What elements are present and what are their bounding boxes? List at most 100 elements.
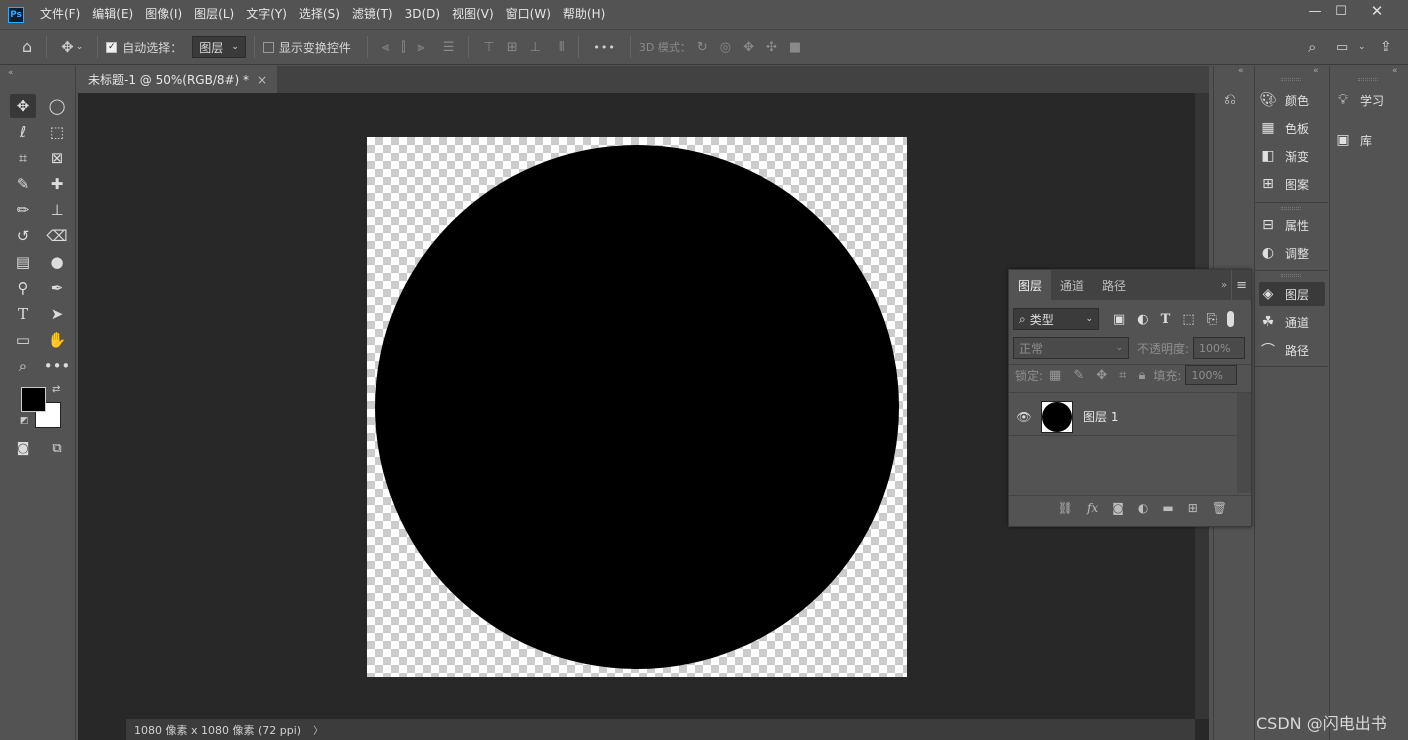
layer-row[interactable]: 👁︎ 图层 1: [1009, 398, 1237, 436]
menu-file[interactable]: 文件(F): [34, 0, 86, 29]
healing-brush-tool-icon[interactable]: ✚: [44, 172, 70, 196]
filter-type-icon[interactable]: T: [1161, 313, 1171, 326]
layer-filter-select[interactable]: ⌕ 类型 ⌄: [1013, 308, 1099, 330]
panel-grip[interactable]: [1281, 207, 1301, 210]
slide-3d-icon[interactable]: ✣: [766, 41, 777, 54]
collapse-panel-icon[interactable]: »: [1221, 270, 1231, 300]
lock-transparent-icon[interactable]: ▦: [1049, 369, 1061, 382]
object-selection-tool-icon[interactable]: ⬚: [44, 120, 70, 144]
quick-mask-icon[interactable]: ◙: [10, 436, 36, 460]
panel-channels[interactable]: ☘ 通道: [1259, 310, 1325, 334]
swap-colors-icon[interactable]: ⇄: [52, 384, 60, 395]
auto-select-target-select[interactable]: 图层 ⌄: [192, 36, 246, 58]
lock-position-icon[interactable]: ✥: [1096, 369, 1107, 382]
workspace-icon[interactable]: ▭: [1336, 41, 1348, 54]
filter-smart-object-icon[interactable]: ⎘: [1207, 313, 1217, 326]
fx-icon[interactable]: fx: [1087, 501, 1098, 515]
photoshop-logo-icon[interactable]: Ps: [8, 6, 24, 23]
filter-pixel-icon[interactable]: ▣: [1113, 313, 1125, 326]
panel-grip[interactable]: [1281, 274, 1301, 277]
eraser-tool-icon[interactable]: ⌫: [44, 224, 70, 248]
lasso-tool-icon[interactable]: ℓ: [10, 120, 36, 144]
align-bottom-icon[interactable]: ⊥: [530, 41, 541, 54]
link-layers-icon[interactable]: ⛓︎: [1058, 501, 1073, 515]
type-tool-icon[interactable]: T: [10, 302, 36, 326]
path-selection-tool-icon[interactable]: ➤: [44, 302, 70, 326]
menu-3d[interactable]: 3D(D): [399, 0, 446, 29]
more-options-button[interactable]: •••: [593, 42, 615, 53]
panel-grip[interactable]: [1358, 78, 1378, 81]
menu-select[interactable]: 选择(S): [293, 0, 346, 29]
distribute-vertical-icon[interactable]: ☰: [443, 41, 455, 54]
lock-pixels-icon[interactable]: ✎: [1073, 369, 1084, 382]
layer-name[interactable]: 图层 1: [1083, 408, 1118, 425]
chevron-down-icon[interactable]: ⌄: [76, 42, 84, 52]
show-transform-checkbox[interactable]: [262, 41, 274, 53]
default-colors-icon[interactable]: ◩: [20, 416, 29, 426]
roll-3d-icon[interactable]: ◎: [720, 41, 731, 54]
lock-all-icon[interactable]: 🔒︎: [1138, 369, 1145, 382]
menu-type[interactable]: 文字(Y): [240, 0, 293, 29]
gradient-tool-icon[interactable]: ▤: [10, 250, 36, 274]
panel-learn[interactable]: 💡︎ 学习: [1334, 88, 1400, 112]
move-tool-preset-icon[interactable]: ✥: [61, 39, 74, 55]
opacity-input[interactable]: 100%: [1193, 337, 1246, 359]
history-brush-tool-icon[interactable]: ↺: [10, 224, 36, 248]
align-middle-icon[interactable]: ⊞: [507, 41, 518, 54]
auto-select-checkbox[interactable]: ✓: [106, 41, 118, 53]
fill-input[interactable]: 100%: [1185, 365, 1238, 385]
distribute-horizontal-icon[interactable]: ⫴: [559, 41, 564, 54]
filter-shape-icon[interactable]: ⬚: [1182, 313, 1194, 326]
panel-color[interactable]: 🎨︎ 颜色: [1259, 88, 1325, 112]
eye-icon[interactable]: 👁︎: [1013, 410, 1035, 424]
tab-layers[interactable]: 图层: [1009, 270, 1052, 300]
crop-tool-icon[interactable]: ⌗: [10, 146, 36, 170]
zoom-level-field[interactable]: [78, 719, 126, 740]
panel-menu-icon[interactable]: ≡: [1231, 270, 1251, 300]
new-group-folder-icon[interactable]: ▬: [1162, 501, 1173, 515]
menu-image[interactable]: 图像(I): [139, 0, 188, 29]
close-window-button[interactable]: ✕: [1360, 0, 1394, 22]
pen-tool-icon[interactable]: ✒: [44, 276, 70, 300]
align-center-icon[interactable]: ⫿: [401, 41, 405, 54]
align-top-icon[interactable]: ⊤: [483, 41, 494, 54]
menu-filter[interactable]: 滤镜(T): [346, 0, 399, 29]
layers-scrollbar[interactable]: [1237, 393, 1251, 493]
menu-edit[interactable]: 编辑(E): [86, 0, 139, 29]
add-mask-icon[interactable]: ◙: [1112, 501, 1124, 515]
document-tab[interactable]: 未标题-1 @ 50%(RGB/8#) * ×: [78, 66, 278, 93]
orbit-3d-icon[interactable]: ↻: [697, 41, 708, 54]
panel-patterns[interactable]: ⊞ 图案: [1259, 172, 1325, 196]
share-icon[interactable]: ⇪: [1380, 40, 1392, 54]
filter-toggle[interactable]: [1227, 311, 1235, 327]
collapse-toolbox-icon[interactable]: «: [8, 68, 14, 78]
menu-layer[interactable]: 图层(L): [188, 0, 240, 29]
edit-toolbar-icon[interactable]: •••: [44, 354, 71, 378]
filter-adjustment-icon[interactable]: ◐: [1137, 313, 1148, 326]
maximize-button[interactable]: ☐: [1324, 0, 1358, 22]
search-icon[interactable]: ⌕: [1308, 39, 1316, 55]
new-layer-icon[interactable]: ⊞: [1188, 501, 1198, 515]
menu-view[interactable]: 视图(V): [446, 0, 500, 29]
panel-swatches[interactable]: ▦ 色板: [1259, 116, 1325, 140]
panel-layers[interactable]: ◈ 图层: [1259, 282, 1325, 306]
eyedropper-tool-icon[interactable]: ✎: [10, 172, 36, 196]
panel-properties[interactable]: ⊟ 属性: [1259, 213, 1325, 237]
foreground-color-swatch[interactable]: [21, 387, 46, 412]
close-tab-icon[interactable]: ×: [257, 73, 267, 87]
menu-help[interactable]: 帮助(H): [557, 0, 611, 29]
elliptical-marquee-tool-icon[interactable]: ◯: [44, 94, 70, 118]
move-tool-icon[interactable]: ✥: [10, 94, 36, 118]
home-icon[interactable]: ⌂: [22, 39, 32, 55]
collapse-dock-icon[interactable]: «: [1392, 66, 1398, 76]
panel-paths[interactable]: ⌒ 路径: [1259, 338, 1325, 362]
menu-window[interactable]: 窗口(W): [500, 0, 557, 29]
tab-channels[interactable]: 通道: [1051, 270, 1093, 300]
frame-tool-icon[interactable]: ⊠: [44, 146, 70, 170]
collapse-dock-icon[interactable]: «: [1313, 66, 1319, 76]
history-icon[interactable]: ⎌: [1224, 90, 1236, 108]
align-right-icon[interactable]: ⫸: [417, 41, 424, 54]
blur-tool-icon[interactable]: ●: [44, 250, 70, 274]
clone-stamp-tool-icon[interactable]: ⊥: [44, 198, 70, 222]
panel-gradient[interactable]: ◧ 渐变: [1259, 144, 1325, 168]
